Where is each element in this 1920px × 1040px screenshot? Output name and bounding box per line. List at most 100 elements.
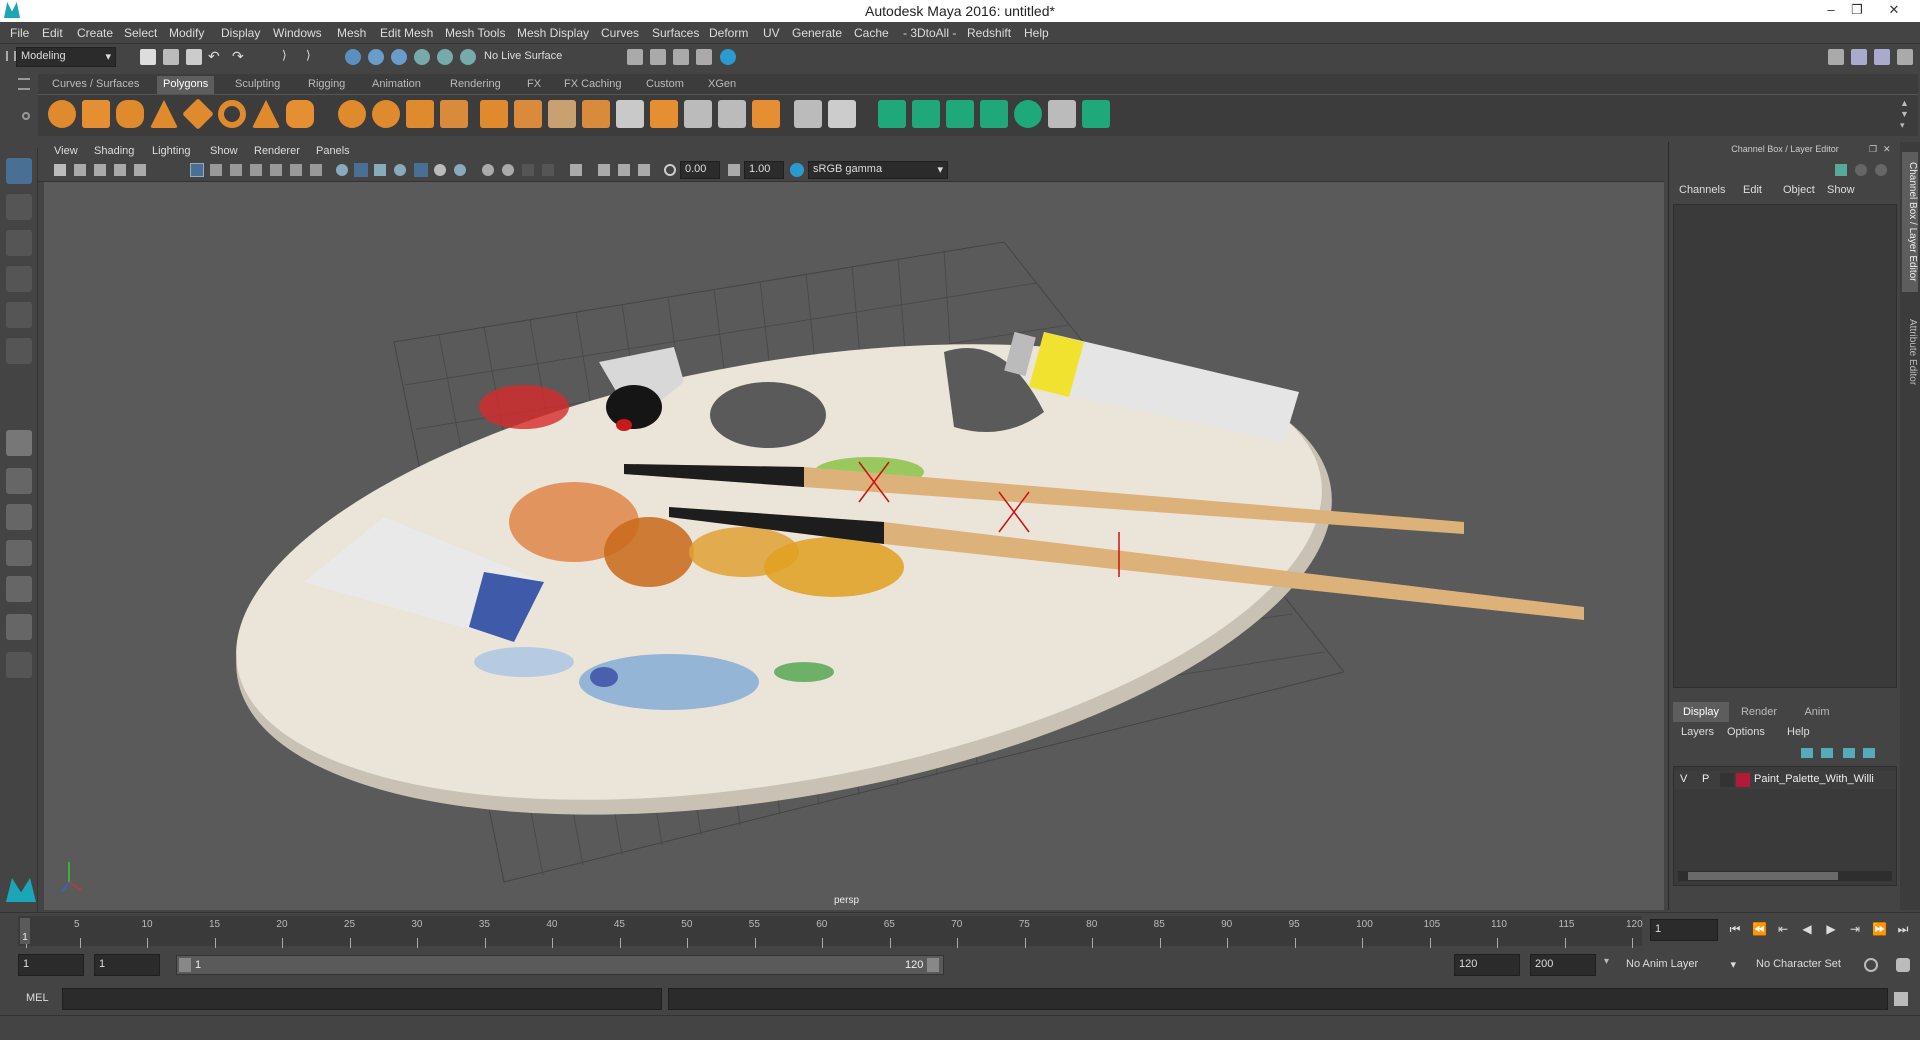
playback-start-field[interactable]: 1 <box>94 954 160 976</box>
lasso-tool-icon[interactable] <box>6 194 32 220</box>
current-time-marker[interactable]: 1 <box>20 918 30 944</box>
select-tool-icon[interactable] <box>6 158 32 184</box>
vp-menu-panels[interactable]: Panels <box>316 145 350 157</box>
step-forward-key-icon[interactable]: ⇥ <box>1848 922 1862 936</box>
menu-redshift[interactable]: Redshift <box>967 26 1011 40</box>
le-menu-layers[interactable]: Layers <box>1681 726 1714 738</box>
separate-icon[interactable] <box>372 100 400 128</box>
side-by-side-icon[interactable] <box>6 504 32 530</box>
poly-pipe-icon[interactable] <box>286 100 314 128</box>
layout-uv-icon[interactable] <box>1082 100 1110 128</box>
cb-menu-object[interactable]: Object <box>1783 184 1815 196</box>
close-panel-icon[interactable]: ✕ <box>1883 144 1891 155</box>
target-weld-icon[interactable] <box>752 100 780 128</box>
save-scene-icon[interactable] <box>186 49 202 65</box>
menu-mesh[interactable]: Mesh <box>337 26 366 40</box>
film-gate-icon[interactable] <box>210 164 222 176</box>
cb-menu-channels[interactable]: Channels <box>1679 184 1725 196</box>
tab-custom[interactable]: Custom <box>640 76 690 94</box>
tab-display[interactable]: Display <box>1673 702 1729 722</box>
vp-menu-show[interactable]: Show <box>210 145 238 157</box>
offset-edge-loop-icon[interactable] <box>718 100 746 128</box>
layer-playback-toggle[interactable]: P <box>1702 773 1709 785</box>
render-view-icon[interactable] <box>720 49 736 65</box>
shelf-scroll-icon[interactable]: ▲ ▼ ▾ <box>1900 98 1909 131</box>
new-layer-selected-icon[interactable] <box>1863 748 1875 758</box>
select-by-object-icon[interactable] <box>368 49 384 65</box>
command-input[interactable] <box>62 988 662 1010</box>
ipr-render-icon[interactable] <box>650 49 666 65</box>
tab-polygons[interactable]: Polygons <box>157 76 215 94</box>
manipulator-icon[interactable] <box>1835 164 1847 176</box>
range-start-handle[interactable] <box>179 958 191 972</box>
vp-menu-view[interactable]: View <box>54 145 78 157</box>
spherical-uv-icon[interactable] <box>946 100 974 128</box>
go-to-start-icon[interactable]: ⏮ <box>1728 922 1742 936</box>
xray-icon[interactable] <box>394 164 406 176</box>
wireframe-on-shaded-icon[interactable] <box>374 164 386 176</box>
insert-edge-loop-icon[interactable] <box>684 100 712 128</box>
append-icon[interactable] <box>616 100 644 128</box>
paint-select-tool-icon[interactable] <box>6 230 32 256</box>
live-surface-field[interactable]: No Live Surface <box>480 48 582 68</box>
menu-mesh-display[interactable]: Mesh Display <box>517 26 589 40</box>
menu-edit[interactable]: Edit <box>42 26 63 40</box>
layer-color-swatch[interactable] <box>1736 773 1750 787</box>
fill-hole-icon[interactable] <box>650 100 678 128</box>
toggle-panel-icon[interactable] <box>1874 49 1890 65</box>
poly-cylinder-icon[interactable] <box>116 100 144 128</box>
screen-space-ao-icon[interactable] <box>482 164 494 176</box>
poly-torus-icon[interactable] <box>218 100 246 128</box>
tab-fx-caching[interactable]: FX Caching <box>558 76 627 94</box>
wireframe-icon[interactable] <box>336 164 348 176</box>
isolate-select-icon[interactable] <box>570 164 582 176</box>
vp-menu-renderer[interactable]: Renderer <box>254 145 300 157</box>
resolution-gate-icon[interactable] <box>230 164 242 176</box>
side-tab-attribute-editor[interactable]: Attribute Editor <box>1902 302 1918 402</box>
tab-rigging[interactable]: Rigging <box>302 76 351 94</box>
poly-sphere-icon[interactable] <box>48 100 76 128</box>
menu-display[interactable]: Display <box>221 26 260 40</box>
select-by-hierarchy-icon[interactable] <box>345 49 361 65</box>
xray-joints-icon[interactable] <box>598 164 610 176</box>
le-menu-help[interactable]: Help <box>1787 726 1810 738</box>
persp-viewport[interactable]: persp <box>44 182 1664 910</box>
layer-row[interactable]: V P Paint_Palette_With_Willi <box>1674 771 1896 789</box>
tab-render[interactable]: Render <box>1731 702 1787 722</box>
camera-attr-icon[interactable] <box>74 164 86 176</box>
channel-list[interactable] <box>1673 204 1897 688</box>
new-scene-icon[interactable] <box>140 49 156 65</box>
shelf-menu-icon[interactable] <box>18 78 30 90</box>
frame-all-icon[interactable] <box>638 164 650 176</box>
start-time-field[interactable]: 1 <box>18 954 84 976</box>
move-tool-icon[interactable] <box>6 266 32 292</box>
restore-button[interactable]: ❐ <box>1844 0 1870 22</box>
use-all-lights-icon[interactable] <box>434 164 446 176</box>
render-settings-icon[interactable] <box>673 49 689 65</box>
time-ruler[interactable]: 5 10 15 20 25 30 35 40 45 50 55 60 65 70 75 80 85 90 95 100… <box>18 916 1643 948</box>
tab-anim[interactable]: Anim <box>1789 702 1845 722</box>
open-scene-icon[interactable] <box>163 49 179 65</box>
bevel-icon[interactable] <box>582 100 610 128</box>
play-forwards-icon[interactable]: ▶ <box>1824 922 1838 936</box>
auto-key-icon[interactable] <box>1864 958 1878 972</box>
float-panel-icon[interactable]: ❐ <box>1869 144 1877 155</box>
planar-uv-icon[interactable] <box>878 100 906 128</box>
menu-modify[interactable]: Modify <box>169 26 204 40</box>
persp-outliner-icon[interactable] <box>6 576 32 602</box>
layer-visibility-toggle[interactable]: V <box>1680 773 1687 785</box>
bookmark-icon[interactable] <box>94 164 106 176</box>
playback-end-field[interactable]: 120 <box>1454 954 1520 976</box>
tab-curves-surfaces[interactable]: Curves / Surfaces <box>46 76 145 94</box>
gamma-field[interactable]: 1.00 <box>744 161 784 179</box>
script-language-label[interactable]: MEL <box>26 992 49 1004</box>
hyper-icon[interactable] <box>1875 164 1887 176</box>
range-end-handle[interactable] <box>927 958 939 972</box>
combine-icon[interactable] <box>338 100 366 128</box>
tab-sculpting[interactable]: Sculpting <box>229 76 286 94</box>
image-plane-icon[interactable] <box>114 164 126 176</box>
layer-scrollbar[interactable] <box>1678 871 1892 881</box>
hypershade-icon[interactable] <box>696 49 712 65</box>
toggle-sidebar-icon[interactable] <box>1851 49 1867 65</box>
menu-generate[interactable]: Generate <box>792 26 842 40</box>
